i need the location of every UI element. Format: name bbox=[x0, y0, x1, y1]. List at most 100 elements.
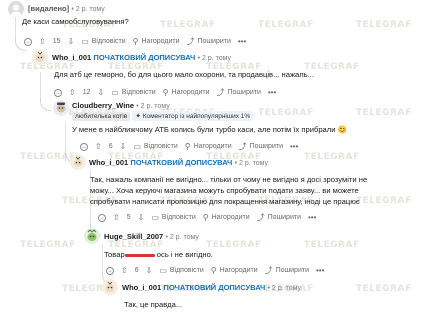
avatar[interactable] bbox=[84, 228, 100, 244]
share-button[interactable]: ⤴ Поширити bbox=[265, 265, 309, 276]
snoo-avatar-icon bbox=[32, 49, 48, 65]
award-icon: ⚲ bbox=[202, 213, 209, 222]
watermark: TELEGRAF bbox=[304, 152, 360, 162]
avatar[interactable] bbox=[53, 100, 69, 116]
vote-count: 15 bbox=[52, 38, 61, 45]
downvote-icon[interactable]: ⇩ bbox=[68, 37, 75, 46]
more-options-icon[interactable]: ••• bbox=[268, 88, 276, 97]
timestamp[interactable]: 2 р. тому bbox=[76, 6, 105, 13]
comment-text: Де каси самообслуговування? bbox=[22, 17, 129, 26]
upvote-icon[interactable]: ⇧ bbox=[121, 266, 128, 275]
collapse-icon[interactable]: − bbox=[24, 37, 32, 46]
upvote-icon[interactable]: ⇧ bbox=[113, 213, 120, 222]
watermark: TELEGRAF bbox=[258, 20, 314, 30]
flair-row: любителька котів ✦ Коментатор із найпопу… bbox=[72, 111, 254, 121]
author-name[interactable]: Who_i_001 bbox=[52, 53, 91, 62]
vote-count: 6 bbox=[134, 267, 139, 274]
snoo-avatar-icon bbox=[53, 100, 69, 116]
share-button[interactable]: ⤴ Поширити bbox=[257, 212, 301, 223]
collapse-icon[interactable]: − bbox=[54, 88, 62, 97]
downvote-icon[interactable]: ⇩ bbox=[98, 88, 105, 97]
watermark: TELEGRAF bbox=[206, 240, 262, 250]
more-options-icon[interactable]: ••• bbox=[316, 266, 324, 275]
watermark: TELEGRAF bbox=[304, 240, 360, 250]
timestamp[interactable]: 2 р. тому bbox=[141, 103, 170, 110]
collapse-icon[interactable]: − bbox=[106, 266, 114, 275]
action-bar: − ⇧ 5 ⇩ ▭ Відповісти ⚲ Нагородити ⤴ Поширит… bbox=[98, 212, 316, 223]
downvote-icon[interactable]: ⇩ bbox=[138, 213, 145, 222]
more-options-icon[interactable]: ••• bbox=[290, 142, 298, 151]
avatar[interactable] bbox=[32, 49, 48, 65]
reply-button[interactable]: ▭ Відповісти bbox=[81, 37, 125, 46]
top-commenter-badge: ✦ Коментатор із найпопулярніших 1% bbox=[132, 111, 254, 121]
comment-text: Товар ось і не вигідно. bbox=[104, 250, 213, 259]
op-badge: ПОЧАТКОВИЙ ДОПИСУВАЧ bbox=[93, 53, 196, 62]
op-badge: ПОЧАТКОВИЙ ДОПИСУВАЧ bbox=[130, 158, 233, 167]
vote-count: 6 bbox=[108, 143, 113, 150]
comment-text: У мене в найближчому АТБ колись були тур… bbox=[72, 125, 348, 134]
downvote-icon[interactable]: ⇩ bbox=[146, 266, 153, 275]
share-button[interactable]: ⤴ Поширити bbox=[239, 141, 283, 152]
avatar[interactable] bbox=[102, 279, 118, 295]
author-name[interactable]: Who_i_001 bbox=[122, 283, 161, 292]
comment-header: Who_i_001 ПОЧАТКОВИЙ ДОПИСУВАЧ • 2 р. то… bbox=[122, 283, 301, 292]
watermark: TELEGRAF bbox=[258, 108, 314, 118]
collapse-icon[interactable]: − bbox=[98, 213, 106, 222]
award-icon: ⚲ bbox=[210, 266, 217, 275]
award-button[interactable]: ⚲ Нагородити bbox=[203, 213, 250, 222]
timestamp[interactable]: 2 р. тому bbox=[170, 234, 199, 241]
upvote-icon[interactable]: ⇧ bbox=[39, 37, 46, 46]
action-bar: − ⇧ 12 ⇩ ▭ Відповісти ⚲ Нагородити ⤴ Пошири… bbox=[54, 87, 276, 98]
star-icon: ✦ bbox=[135, 113, 141, 120]
snoo-avatar-icon bbox=[70, 154, 86, 170]
author-name[interactable]: Huge_Skill_2007 bbox=[104, 232, 163, 241]
watermark: TELEGRAF bbox=[356, 284, 412, 294]
comment-icon: ▭ bbox=[133, 142, 141, 151]
share-button[interactable]: ⤴ Поширити bbox=[187, 36, 231, 47]
award-button[interactable]: ⚲ Нагородити bbox=[211, 266, 258, 275]
snoo-avatar-icon bbox=[102, 279, 118, 295]
downvote-icon[interactable]: ⇩ bbox=[120, 142, 127, 151]
collapse-icon[interactable]: − bbox=[80, 142, 88, 151]
reply-button[interactable]: ▭ Відповісти bbox=[159, 266, 203, 275]
user-flair: любителька котів bbox=[72, 112, 131, 121]
action-bar: − ⇧ 15 ⇩ ▭ Відповісти ⚲ Нагородити ⤴ Пошири… bbox=[24, 36, 246, 47]
timestamp[interactable]: 2 р. тому bbox=[272, 285, 301, 292]
reply-button[interactable]: ▭ Відповісти bbox=[111, 88, 155, 97]
upvote-icon[interactable]: ⇧ bbox=[95, 142, 102, 151]
author-name[interactable]: [видалено] bbox=[28, 4, 69, 13]
timestamp[interactable]: 2 р. тому bbox=[239, 160, 268, 167]
action-bar: − ⇧ 6 ⇩ ▭ Відповісти ⚲ Нагородити ⤴ Поширит… bbox=[106, 265, 324, 276]
share-icon: ⤴ bbox=[186, 37, 195, 46]
comment-header: Who_i_001 ПОЧАТКОВИЙ ДОПИСУВАЧ • 2 р. то… bbox=[89, 158, 268, 167]
award-button[interactable]: ⚲ Нагородити bbox=[163, 88, 210, 97]
more-options-icon[interactable]: ••• bbox=[238, 37, 246, 46]
avatar[interactable] bbox=[8, 1, 24, 17]
share-button[interactable]: ⤴ Поширити bbox=[217, 87, 261, 98]
reply-button[interactable]: ▭ Відповісти bbox=[151, 213, 195, 222]
avatar[interactable] bbox=[70, 154, 86, 170]
share-icon: ⤴ bbox=[216, 88, 225, 97]
vote-count: 12 bbox=[82, 89, 91, 96]
author-name[interactable]: Cloudberry_Wine bbox=[72, 101, 134, 110]
author-name[interactable]: Who_i_001 bbox=[89, 158, 128, 167]
award-icon: ⚲ bbox=[162, 88, 169, 97]
timestamp[interactable]: 2 р. тому bbox=[202, 55, 231, 62]
comment-header: Who_i_001 ПОЧАТКОВИЙ ДОПИСУВАЧ • 2 р. то… bbox=[52, 53, 231, 62]
comment-header: [видалено] • 2 р. тому bbox=[28, 4, 105, 13]
watermark: TELEGRAF bbox=[20, 240, 76, 250]
share-icon: ⤴ bbox=[264, 266, 273, 275]
award-button[interactable]: ⚲ Нагородити bbox=[185, 142, 232, 151]
award-icon: ⚲ bbox=[132, 37, 139, 46]
more-options-icon[interactable]: ••• bbox=[308, 213, 316, 222]
thread-line bbox=[102, 244, 103, 272]
comment-text: Так, це правда... bbox=[124, 300, 183, 309]
upvote-icon[interactable]: ⇧ bbox=[69, 88, 76, 97]
comment-text: Для атб це геморно, бо для цього мало ох… bbox=[54, 70, 314, 79]
award-button[interactable]: ⚲ Нагородити bbox=[133, 37, 180, 46]
deleted-user-icon bbox=[8, 1, 24, 17]
watermark: TELEGRAF bbox=[356, 20, 412, 30]
share-icon: ⤴ bbox=[238, 142, 247, 151]
reply-button[interactable]: ▭ Відповісти bbox=[133, 142, 177, 151]
action-bar: − ⇧ 6 ⇩ ▭ Відповісти ⚲ Нагородити ⤴ Поширит… bbox=[80, 141, 298, 152]
